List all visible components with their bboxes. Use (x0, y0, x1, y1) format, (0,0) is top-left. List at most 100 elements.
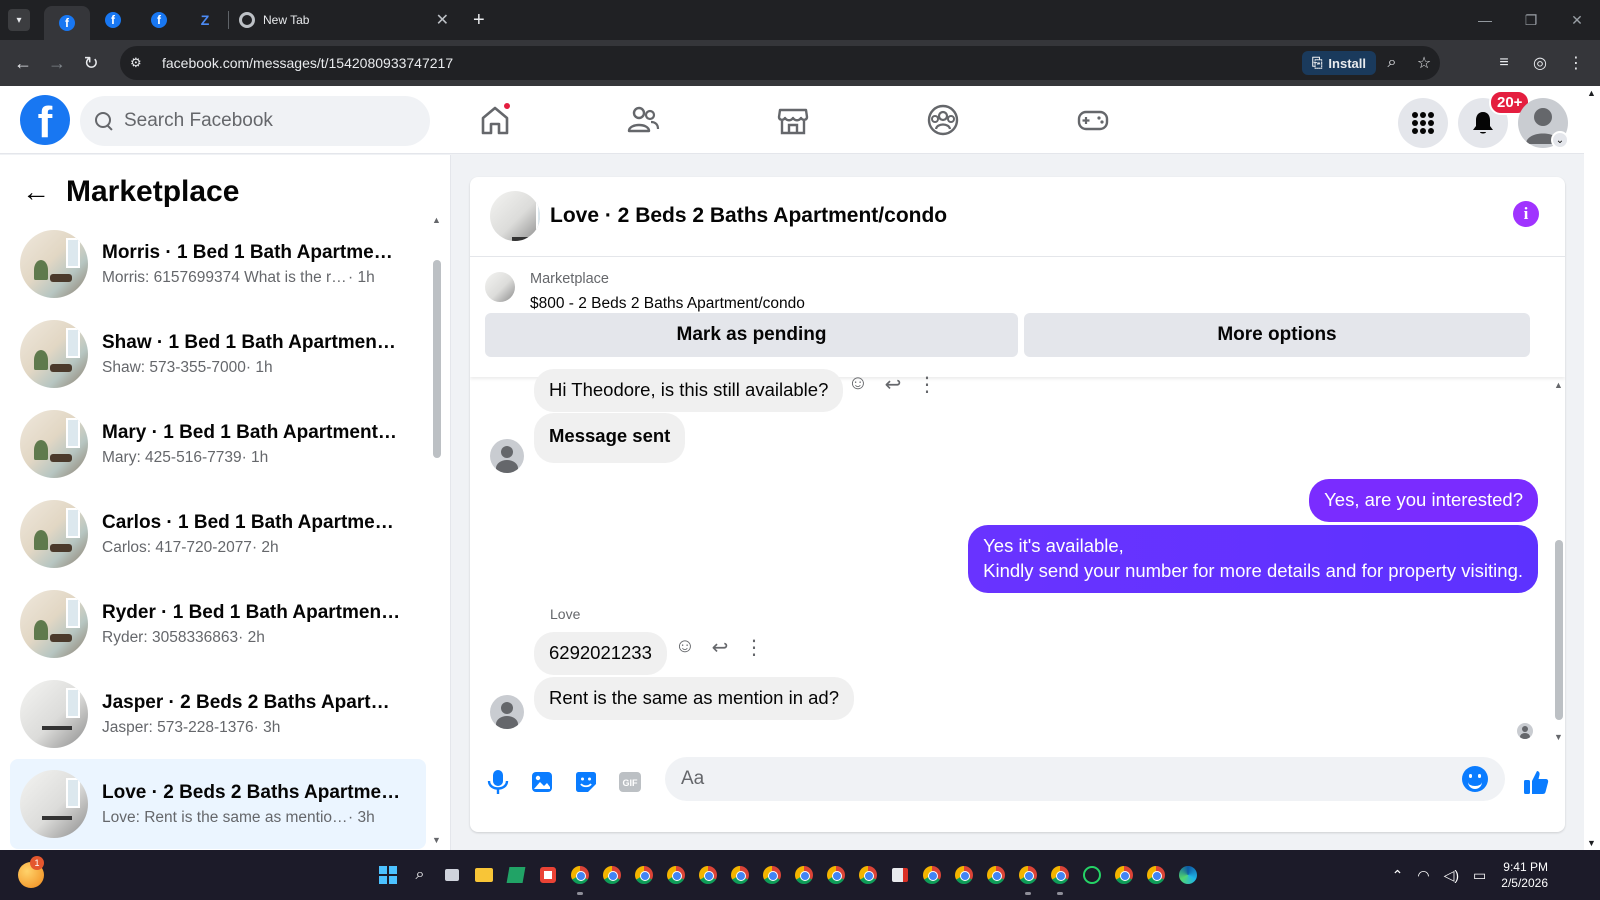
taskbar-search-icon[interactable]: ⌕ (404, 862, 436, 888)
send-like-button[interactable] (1521, 767, 1551, 797)
attach-photo-button[interactable] (527, 767, 557, 797)
chrome-taskbar-icon[interactable] (1012, 862, 1044, 895)
more-actions-icon[interactable]: ⋮ (914, 372, 940, 397)
message-bubble-incoming[interactable]: Hi Theodore, is this still available? (534, 369, 844, 412)
scroll-up-arrow-icon[interactable]: ▲ (1587, 88, 1596, 98)
tab-facebook-3[interactable]: f (136, 0, 182, 40)
install-app-button[interactable]: ⎘ Install (1302, 51, 1376, 75)
conversation-info-icon[interactable]: i (1513, 201, 1539, 227)
search-input[interactable] (124, 110, 424, 132)
scroll-down-arrow-icon[interactable]: ▼ (1587, 838, 1596, 848)
react-emoji-icon[interactable]: ☺ (672, 635, 698, 658)
chrome-taskbar-icon[interactable] (628, 862, 660, 888)
back-arrow-icon[interactable]: ← (22, 176, 50, 208)
message-bubble-outgoing[interactable]: Yes it's available, Kindly send your num… (968, 525, 1538, 593)
sidebar-scrollbar[interactable]: ▲ ▼ (430, 215, 444, 845)
conversation-item[interactable]: Morris · 1 Bed 1 Bath Apartment/... Morr… (10, 219, 426, 309)
message-bubble-outgoing[interactable]: Yes, are you interested? (1309, 479, 1538, 522)
file-explorer-icon[interactable] (468, 862, 500, 888)
chat-avatar[interactable] (490, 191, 540, 241)
scrollbar-thumb[interactable] (1555, 540, 1563, 720)
reply-icon[interactable]: ↩ (707, 635, 733, 660)
start-windows-icon[interactable] (372, 862, 404, 888)
scroll-down-arrow-icon[interactable]: ▼ (1554, 732, 1563, 742)
chrome-taskbar-icon[interactable] (756, 862, 788, 888)
tab-facebook-2[interactable]: f (90, 0, 136, 40)
chrome-taskbar-icon[interactable] (852, 862, 884, 888)
conversation-item[interactable]: Ryder · 1 Bed 1 Bath Apartment/... Ryder… (10, 579, 426, 669)
url-text[interactable]: facebook.com/messages/t/1542080933747217 (162, 55, 453, 71)
taskbar-clock[interactable]: 9:41 PM 2/5/2026 (1501, 859, 1548, 891)
volume-icon[interactable]: ◁) (1444, 867, 1459, 884)
remote-app-icon[interactable] (884, 862, 916, 888)
react-emoji-icon[interactable]: ☺ (845, 372, 871, 395)
chrome-taskbar-icon[interactable] (564, 862, 596, 895)
nav-groups[interactable] (868, 86, 1018, 154)
message-sent-bubble[interactable]: Message sent (534, 413, 686, 463)
gif-button[interactable]: GIF (615, 767, 645, 797)
chrome-taskbar-icon[interactable] (596, 862, 628, 888)
whatsapp-icon[interactable] (1076, 862, 1108, 888)
back-icon[interactable]: ← (6, 46, 40, 80)
nav-friends[interactable] (568, 86, 718, 154)
message-input[interactable] (665, 757, 1505, 801)
chrome-taskbar-icon[interactable] (820, 862, 852, 888)
reload-icon[interactable]: ↻ (74, 46, 108, 80)
message-scrollbar[interactable]: ▲ ▼ (1554, 380, 1564, 742)
scroll-up-arrow-icon[interactable]: ▲ (1554, 380, 1563, 390)
tab-facebook-active[interactable]: f (44, 6, 90, 40)
chrome-taskbar-icon[interactable] (948, 862, 980, 888)
battery-icon[interactable]: ▭ (1473, 867, 1486, 884)
menu-grid-button[interactable] (1398, 98, 1448, 148)
conversation-item-active[interactable]: Love · 2 Beds 2 Baths Apartment... Love:… (10, 759, 426, 849)
address-bar[interactable]: ⚙ facebook.com/messages/t/15420809337472… (120, 46, 1440, 80)
store-app-icon[interactable] (532, 862, 564, 888)
tab-new-tab[interactable]: New Tab ✕ (229, 0, 459, 40)
chrome-taskbar-icon[interactable] (660, 862, 692, 888)
sticker-button[interactable] (571, 767, 601, 797)
chrome-taskbar-icon[interactable] (1108, 862, 1140, 888)
scroll-up-arrow-icon[interactable]: ▲ (432, 215, 441, 225)
chrome-taskbar-icon[interactable] (916, 862, 948, 888)
chrome-taskbar-icon[interactable] (1044, 862, 1076, 895)
close-window-icon[interactable]: ✕ (1554, 0, 1600, 40)
profile-icon[interactable]: ◎ (1522, 46, 1558, 80)
browser-menu-icon[interactable]: ⋮ (1558, 46, 1594, 80)
bookmark-star-icon[interactable]: ☆ (1408, 53, 1440, 73)
forward-icon[interactable]: → (40, 46, 74, 80)
sender-avatar[interactable] (490, 439, 524, 473)
more-options-button[interactable]: More options (1024, 313, 1530, 357)
conversation-item[interactable]: Mary · 1 Bed 1 Bath Apartment/c... Mary:… (10, 399, 426, 489)
listing-price[interactable]: $800 - 2 Beds 2 Baths Apartment/condo (530, 295, 805, 313)
zoom-icon[interactable]: ⌕ (1376, 54, 1408, 72)
search-box[interactable] (80, 96, 430, 146)
chrome-taskbar-icon[interactable] (692, 862, 724, 888)
edge-browser-icon[interactable] (1172, 862, 1204, 888)
reply-icon[interactable]: ↩ (880, 372, 906, 397)
mark-as-pending-button[interactable]: Mark as pending (485, 313, 1018, 357)
nav-gaming[interactable] (1018, 86, 1168, 154)
show-hidden-icons-chevron-icon[interactable]: ⌃ (1392, 867, 1404, 884)
voice-clip-button[interactable] (483, 767, 513, 797)
conversation-item[interactable]: Shaw · 1 Bed 1 Bath Apartment/c... Shaw:… (10, 309, 426, 399)
more-actions-icon[interactable]: ⋮ (741, 635, 767, 660)
conversation-item[interactable]: Carlos · 1 Bed 1 Bath Apartment/... Carl… (10, 489, 426, 579)
chrome-taskbar-icon[interactable] (1140, 862, 1172, 888)
task-view-icon[interactable] (436, 862, 468, 888)
nav-marketplace[interactable] (718, 86, 868, 154)
chrome-taskbar-icon[interactable] (788, 862, 820, 888)
sender-avatar[interactable] (490, 695, 524, 729)
scrollbar-thumb[interactable] (433, 260, 441, 458)
restore-icon[interactable]: ❐ (1508, 0, 1554, 40)
message-bubble-incoming[interactable]: Rent is the same as mention in ad? (534, 677, 854, 720)
minimize-icon[interactable]: — (1462, 0, 1508, 40)
facebook-logo-icon[interactable]: f (20, 95, 70, 145)
tab-search-dropdown[interactable]: ▾ (8, 9, 30, 31)
conversation-item[interactable]: Jasper · 2 Beds 2 Baths Apartme... Jaspe… (10, 669, 426, 759)
emoji-picker-icon[interactable] (1462, 766, 1488, 792)
chrome-taskbar-icon[interactable] (980, 862, 1012, 888)
tab-close-icon[interactable]: ✕ (436, 10, 449, 30)
wifi-icon[interactable]: ◠ (1417, 867, 1429, 884)
scroll-down-arrow-icon[interactable]: ▼ (432, 835, 441, 845)
spreadsheet-app-icon[interactable] (500, 862, 532, 888)
